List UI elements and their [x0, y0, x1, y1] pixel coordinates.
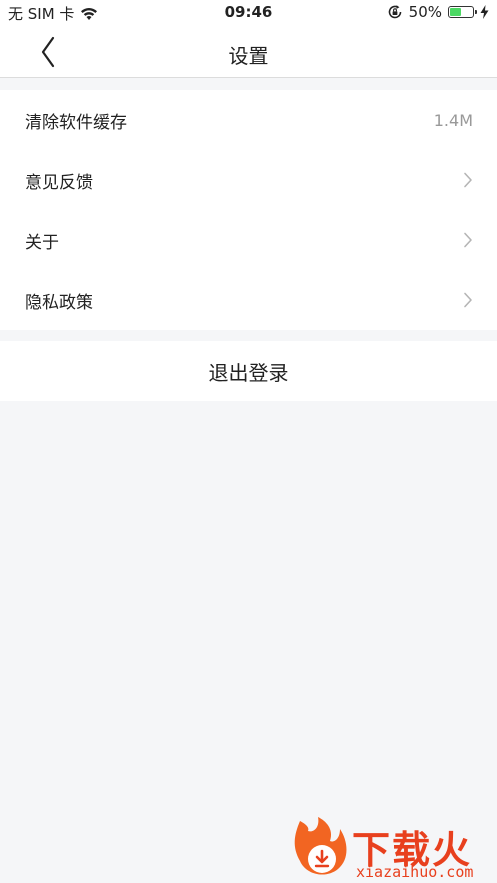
feedback-row[interactable]: 意见反馈 [0, 150, 497, 210]
flame-download-icon [294, 817, 347, 875]
row-label: 清除软件缓存 [25, 112, 127, 133]
charging-bolt-icon [480, 5, 489, 19]
watermark-logo: 下载火 xiazaihuo.com [290, 815, 497, 883]
about-row[interactable]: 关于 [0, 210, 497, 270]
row-label: 关于 [25, 232, 59, 253]
battery-cap [475, 10, 477, 14]
battery-icon [448, 6, 477, 18]
chevron-right-icon [464, 232, 472, 248]
battery-percent: 50% [408, 3, 442, 21]
settings-list: 清除软件缓存 1.4M 意见反馈 关于 隐私政策 [0, 90, 497, 330]
chevron-right-icon [464, 292, 472, 308]
page-title: 设置 [228, 44, 269, 68]
status-bar: 无 SIM 卡 09:46 50% [0, 0, 497, 26]
row-label: 隐私政策 [25, 292, 93, 313]
clear-cache-row[interactable]: 清除软件缓存 1.4M [0, 90, 497, 150]
row-label: 意见反馈 [25, 172, 93, 193]
privacy-policy-row[interactable]: 隐私政策 [0, 270, 497, 330]
watermark-domain: xiazaihuo.com [356, 863, 474, 881]
logout-label: 退出登录 [208, 360, 289, 385]
status-right: 50% [387, 3, 489, 21]
battery-fill [450, 8, 461, 16]
chevron-right-icon [464, 172, 472, 188]
cache-size-value: 1.4M [433, 110, 473, 130]
logout-button[interactable]: 退出登录 [0, 341, 497, 401]
orientation-lock-icon [388, 5, 401, 19]
nav-bar: 设置 [0, 26, 497, 78]
